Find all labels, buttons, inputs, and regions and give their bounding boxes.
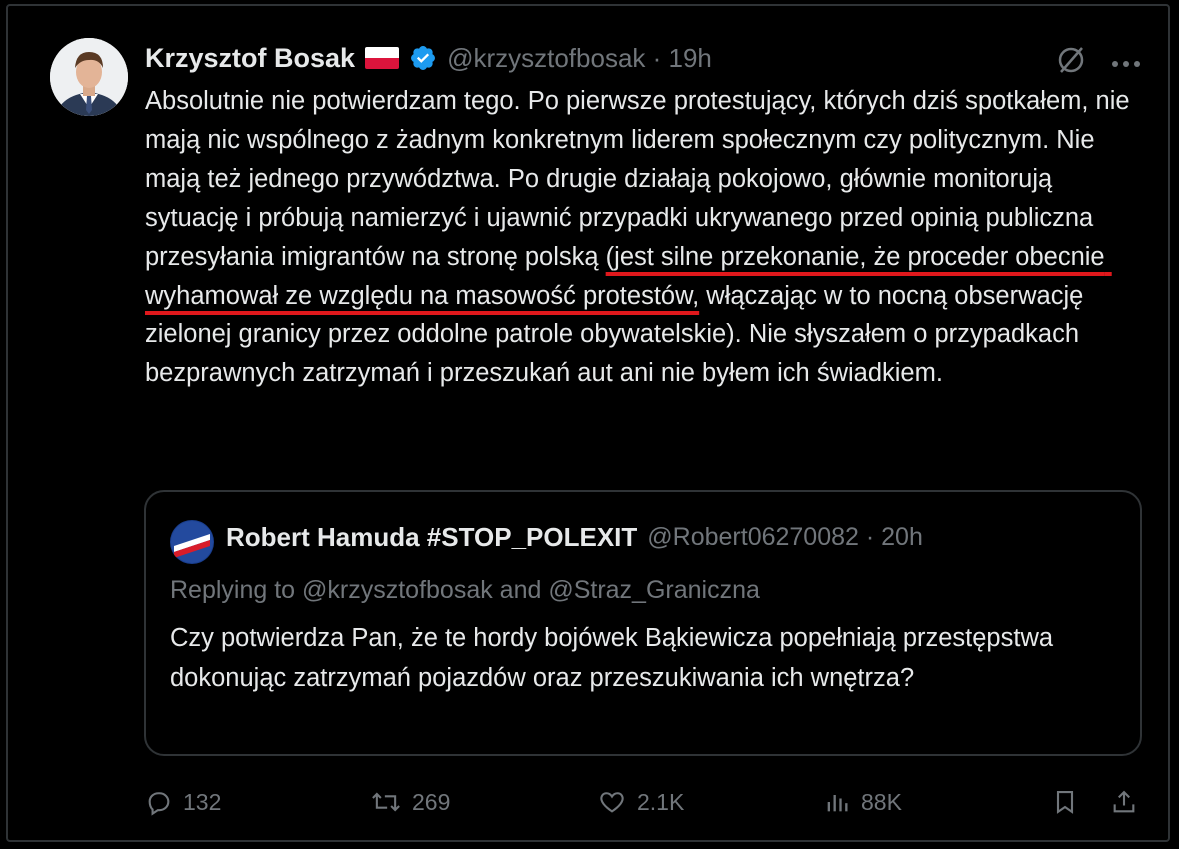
reply-button[interactable]: 132 <box>145 780 221 824</box>
reply-count: 132 <box>183 788 222 815</box>
repost-count: 269 <box>412 788 451 815</box>
tweet-text: Absolutnie nie potwierdzam tego. Po pier… <box>145 82 1145 393</box>
like-count: 2.1K <box>637 788 685 815</box>
quoted-header: Robert Hamuda #STOP_POLEXIT @Robert06270… <box>226 522 923 553</box>
quoted-handle-time[interactable]: @Robert06270082 · 20h <box>647 523 923 552</box>
grok-icon[interactable] <box>1055 44 1087 76</box>
author-name[interactable]: Krzysztof Bosak <box>145 43 355 74</box>
views-button[interactable]: 88K <box>823 780 902 824</box>
analytics-icon <box>827 795 848 812</box>
replying-to[interactable]: Replying to @krzysztofbosak and @Straz_G… <box>170 576 760 605</box>
repost-button[interactable]: 269 <box>370 780 450 824</box>
quoted-text: Czy potwierdza Pan, że te hordy bojówek … <box>170 624 1054 692</box>
like-button[interactable]: 2.1K <box>597 780 684 824</box>
avatar[interactable] <box>50 38 128 116</box>
bookmark-icon <box>1056 791 1074 814</box>
quoted-avatar[interactable] <box>170 520 214 564</box>
heart-icon <box>600 792 624 813</box>
share-button[interactable] <box>1110 780 1138 824</box>
reply-icon <box>148 792 170 816</box>
more-options-icon[interactable] <box>1110 56 1142 67</box>
share-icon <box>1113 790 1135 813</box>
author-handle-time[interactable]: @krzysztofbosak · 19h <box>447 43 712 74</box>
poland-flag-icon <box>365 47 400 69</box>
action-bar: 132 269 2.1K 88K <box>0 780 1179 824</box>
views-count: 88K <box>861 788 902 815</box>
quoted-tweet[interactable]: Robert Hamuda #STOP_POLEXIT @Robert06270… <box>144 490 1142 756</box>
bookmark-button[interactable] <box>1051 780 1079 824</box>
repost-icon <box>372 792 400 812</box>
quoted-author-name[interactable]: Robert Hamuda #STOP_POLEXIT <box>226 522 637 553</box>
tweet-header: Krzysztof Bosak @krzysztofbosak · 19h <box>145 38 712 78</box>
verified-badge-icon[interactable] <box>409 44 437 72</box>
